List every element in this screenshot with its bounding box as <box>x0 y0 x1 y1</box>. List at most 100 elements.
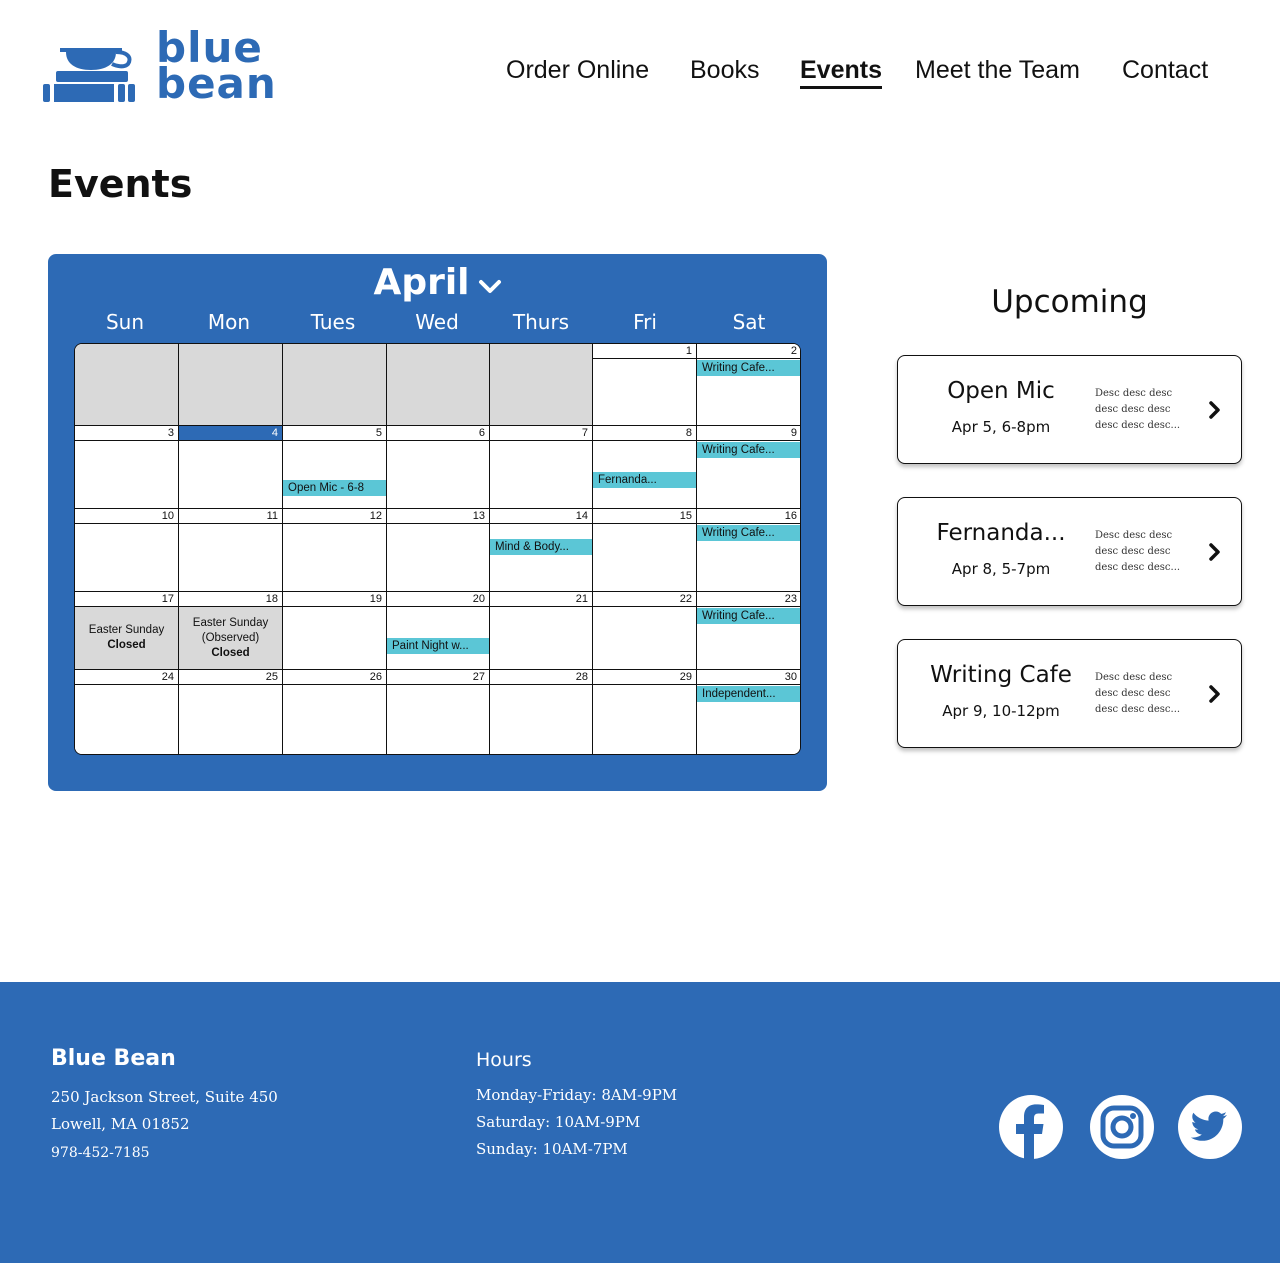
chevron-right-icon[interactable] <box>1208 542 1222 562</box>
coffee-books-icon <box>43 48 135 102</box>
day-number: 16 <box>697 509 800 524</box>
day-cell[interactable]: 11 <box>179 509 283 592</box>
nav-contact[interactable]: Contact <box>1122 56 1208 85</box>
nav-books[interactable]: Books <box>690 56 759 85</box>
weekday-header: Sun Mon Tues Wed Thurs Fri Sat <box>74 310 801 336</box>
weekday-label: Wed <box>415 310 459 334</box>
calendar-grid: 1 2 Writing Cafe... 3 4 5 Open Mic - 6-8 6 7 8 Fer… <box>74 343 801 755</box>
address-line-1: 250 Jackson Street, Suite 450 <box>51 1088 278 1106</box>
day-number: 4 <box>179 426 282 441</box>
chevron-right-icon[interactable] <box>1208 400 1222 420</box>
day-cell[interactable]: 16 Writing Cafe... <box>697 509 800 592</box>
day-cell[interactable]: 3 <box>75 426 179 509</box>
weekday-label: Thurs <box>512 310 570 334</box>
card-date: Apr 9, 10-12pm <box>942 702 1060 720</box>
day-cell[interactable]: 10 <box>75 509 179 592</box>
day-number: 27 <box>387 670 489 685</box>
day-cell[interactable]: 8 Fernanda... <box>593 426 697 509</box>
card-date: Apr 8, 5-7pm <box>951 560 1051 578</box>
twitter-icon[interactable] <box>1177 1094 1243 1160</box>
event-chip[interactable]: Writing Cafe... <box>697 608 800 624</box>
upcoming-card[interactable]: Writing Cafe Apr 9, 10-12pm Desc desc de… <box>897 639 1242 748</box>
day-cell[interactable]: 5 Open Mic - 6-8 <box>283 426 387 509</box>
hours-sunday: Sunday: 10AM-7PM <box>476 1140 628 1158</box>
day-cell[interactable]: 21 <box>490 592 593 670</box>
empty-day-cell <box>75 344 179 426</box>
day-cell[interactable]: 7 <box>490 426 593 509</box>
chevron-down-icon[interactable] <box>478 264 502 305</box>
day-cell[interactable]: 24 <box>75 670 179 754</box>
day-number: 5 <box>283 426 386 441</box>
day-cell[interactable]: 1 <box>593 344 697 426</box>
day-number: 7 <box>490 426 592 441</box>
closed-label: Closed <box>211 646 250 659</box>
day-number: 28 <box>490 670 592 685</box>
day-cell[interactable]: 13 <box>387 509 490 592</box>
event-chip[interactable]: Fernanda... <box>593 472 696 488</box>
day-number: 15 <box>593 509 696 524</box>
event-chip[interactable]: Mind & Body... <box>490 539 592 555</box>
day-number: 21 <box>490 592 592 607</box>
day-cell[interactable]: 28 <box>490 670 593 754</box>
month-selector[interactable]: April <box>48 262 827 305</box>
day-number: 13 <box>387 509 489 524</box>
nav-order-online[interactable]: Order Online <box>506 56 649 85</box>
day-cell[interactable]: 23 Writing Cafe... <box>697 592 800 670</box>
page-title: Events <box>48 162 193 206</box>
hours-weekday: Monday-Friday: 8AM-9PM <box>476 1086 678 1104</box>
closed-notice: Easter Sunday Closed <box>75 607 178 669</box>
day-cell[interactable]: 29 <box>593 670 697 754</box>
day-cell[interactable]: 6 <box>387 426 490 509</box>
day-cell[interactable]: 20 Paint Night w... <box>387 592 490 670</box>
closed-notice: Easter Sunday (Observed) Closed <box>179 607 282 669</box>
upcoming-title: Upcoming <box>991 284 1148 320</box>
upcoming-card[interactable]: Open Mic Apr 5, 6-8pm Desc desc desc des… <box>897 355 1242 464</box>
logo[interactable]: blue bean <box>42 27 276 106</box>
day-cell[interactable]: 15 <box>593 509 697 592</box>
event-chip[interactable]: Writing Cafe... <box>697 442 800 458</box>
weekday-label: Sun <box>105 310 145 334</box>
event-chip[interactable]: Independent... <box>697 686 800 702</box>
nav-events[interactable]: Events <box>800 56 882 89</box>
event-chip[interactable]: Paint Night w... <box>387 638 489 654</box>
day-number: 3 <box>75 426 178 441</box>
weekday-label: Tues <box>310 310 356 334</box>
facebook-icon[interactable] <box>998 1094 1064 1160</box>
day-cell[interactable]: 26 <box>283 670 387 754</box>
event-chip[interactable]: Writing Cafe... <box>697 525 800 541</box>
empty-day-cell <box>490 344 593 426</box>
chevron-right-icon[interactable] <box>1208 684 1222 704</box>
day-cell[interactable]: 27 <box>387 670 490 754</box>
day-cell[interactable]: 18 Easter Sunday (Observed) Closed <box>179 592 283 670</box>
day-cell[interactable]: 2 Writing Cafe... <box>697 344 800 426</box>
day-cell[interactable]: 22 <box>593 592 697 670</box>
day-cell[interactable]: 4 <box>179 426 283 509</box>
day-cell[interactable]: 9 Writing Cafe... <box>697 426 800 509</box>
empty-day-cell <box>283 344 387 426</box>
event-chip[interactable]: Open Mic - 6-8 <box>283 480 386 496</box>
day-number: 30 <box>697 670 800 685</box>
card-description: Desc desc desc desc desc desc desc desc … <box>1095 672 1181 715</box>
nav-meet-the-team[interactable]: Meet the Team <box>915 56 1080 85</box>
day-cell[interactable]: 12 <box>283 509 387 592</box>
day-cell[interactable]: 17 Easter Sunday Closed <box>75 592 179 670</box>
calendar: April Sun Mon Tues Wed Thurs Fri Sat 1 2 Writing… <box>48 254 827 791</box>
event-chip[interactable]: Writing Cafe... <box>697 360 800 376</box>
day-cell[interactable]: 30 Independent... <box>697 670 800 754</box>
footer-phone[interactable]: 978-452-7185 <box>51 1145 150 1161</box>
day-cell[interactable]: 19 <box>283 592 387 670</box>
day-number: 2 <box>697 344 800 359</box>
instagram-icon[interactable] <box>1089 1094 1155 1160</box>
day-number: 26 <box>283 670 386 685</box>
day-number: 24 <box>75 670 178 685</box>
logo-wordmark: blue bean <box>156 27 277 105</box>
day-cell[interactable]: 25 <box>179 670 283 754</box>
day-number: 1 <box>593 344 696 359</box>
day-number: 11 <box>179 509 282 524</box>
upcoming-card[interactable]: Fernanda... Apr 8, 5-7pm Desc desc desc … <box>897 497 1242 606</box>
day-cell[interactable]: 14 Mind & Body... <box>490 509 593 592</box>
day-number: 14 <box>490 509 592 524</box>
weekday-label: Mon <box>207 310 251 334</box>
day-number: 10 <box>75 509 178 524</box>
site-header: blue bean Order Online Books Events Meet… <box>0 0 1280 140</box>
